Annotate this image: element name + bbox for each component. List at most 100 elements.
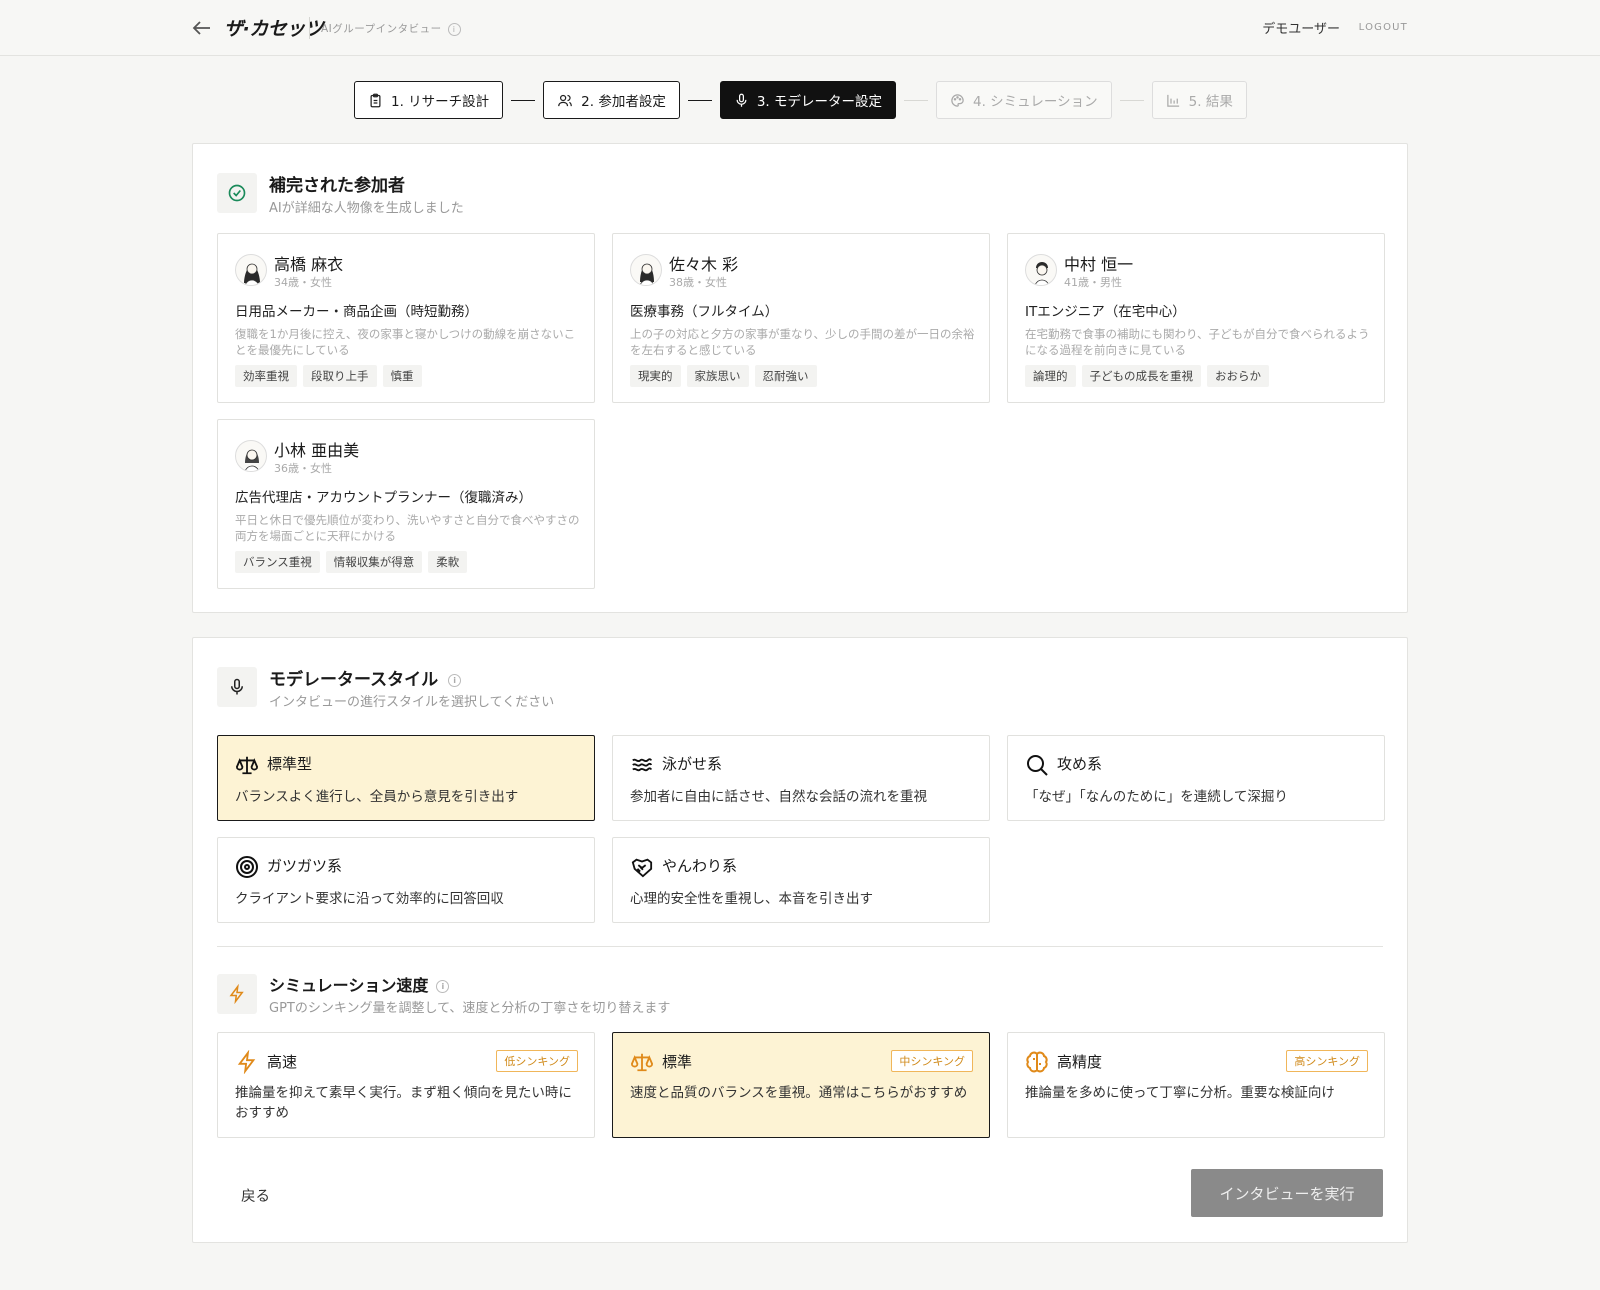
waves-icon: [629, 752, 655, 778]
step-connector: [904, 99, 929, 101]
info-icon[interactable]: i: [448, 673, 462, 687]
tag-list: 効率重視 段取り上手 慎重: [235, 365, 422, 387]
clipboard-icon: [370, 93, 381, 107]
search-icon: [1024, 752, 1050, 778]
section-title: モデレータースタイル i: [269, 665, 462, 690]
avatar: [1025, 254, 1057, 286]
section-title: シミュレーション速度 i: [269, 972, 450, 996]
trait-tag: 論理的: [1025, 365, 1076, 387]
step-participants[interactable]: 2. 参加者設定: [543, 81, 680, 119]
participant-name: 小林 亜由美: [274, 441, 360, 460]
avatar: [630, 254, 662, 286]
thinking-badge: 低シンキング: [496, 1050, 578, 1072]
trait-tag: おおらか: [1207, 365, 1269, 387]
participant-role: 医療事務（フルタイム）: [630, 304, 779, 320]
step-results[interactable]: 5. 結果: [1151, 81, 1247, 119]
info-icon[interactable]: i: [436, 980, 450, 993]
style-description: バランスよく進行し、全員から意見を引き出す: [235, 789, 519, 805]
brain-icon: [1024, 1049, 1050, 1075]
participant-name: 佐々木 彩: [669, 255, 739, 274]
trait-tag: 家族思い: [686, 365, 749, 387]
breadcrumb-label: AIグループインタビュー: [321, 23, 442, 35]
style-card-free[interactable]: 泳がせ系 参加者に自由に話させ、自然な会話の流れを重視: [612, 735, 990, 821]
section-subtitle: GPTのシンキング量を調整して、速度と分析の丁寧さを切り替えます: [269, 1001, 671, 1016]
handshake-icon: [629, 854, 655, 880]
mic-icon: [217, 667, 257, 707]
step-label: 2. 参加者設定: [581, 94, 666, 110]
step-research-design[interactable]: 1. リサーチ設計: [354, 81, 504, 119]
users-icon: [558, 94, 573, 106]
step-label: 5. 結果: [1188, 94, 1233, 110]
participant-description: 在宅勤務で食事の補助にも関わり、子どもが自分で食べられるようになる過程を前向きに…: [1025, 327, 1370, 357]
participant-name: 中村 恒一: [1064, 255, 1134, 274]
bolt-icon: [217, 974, 257, 1014]
mic-icon: [736, 93, 747, 107]
participant-description: 復職を1か月後に控え、夜の家事と寝かしつけの動線を崩さないことを最優先にしている: [235, 327, 576, 357]
step-label: 3. モデレーター設定: [756, 94, 883, 110]
style-description: 参加者に自由に話させ、自然な会話の流れを重視: [630, 789, 927, 805]
style-title: 泳がせ系: [662, 755, 723, 773]
style-card-gentle[interactable]: やんわり系 心理的安全性を重視し、本音を引き出す: [612, 837, 990, 923]
participant-card[interactable]: 佐々木 彩 38歳・女性 医療事務（フルタイム） 上の子の対応と夕方の家事が重な…: [612, 233, 990, 403]
speed-description: 推論量を多めに使って丁寧に分析。重要な検証向け: [1025, 1085, 1335, 1101]
style-card-efficient[interactable]: ガツガツ系 クライアント要求に沿って効率的に回答回収: [217, 837, 595, 923]
participant-role: ITエンジニア（在宅中心）: [1025, 304, 1186, 320]
style-title: 標準型: [267, 755, 313, 773]
style-title: やんわり系: [662, 857, 738, 875]
step-label: 1. リサーチ設計: [391, 94, 490, 110]
step-moderator[interactable]: 3. モデレーター設定: [719, 81, 897, 119]
participant-description: 上の子の対応と夕方の家事が重なり、少しの手間の差が一日の余裕を左右すると感じてい…: [630, 327, 975, 357]
participant-meta: 34歳・女性: [274, 276, 332, 289]
trait-tag: 情報収集が得意: [325, 551, 423, 573]
speed-card-fast[interactable]: 高速 低シンキング 推論量を抑えて素早く実行。まず粗く傾向を見たい時におすすめ: [217, 1032, 595, 1138]
participant-card[interactable]: 中村 恒一 41歳・男性 ITエンジニア（在宅中心） 在宅勤務で食事の補助にも関…: [1007, 233, 1385, 403]
avatar: [235, 254, 267, 286]
info-icon[interactable]: i: [447, 22, 461, 36]
chart-icon: [1166, 94, 1179, 107]
user-name[interactable]: デモユーザー: [1262, 18, 1340, 37]
header-divider: [309, 17, 310, 39]
back-arrow-icon[interactable]: [190, 16, 214, 40]
participant-meta: 38歳・女性: [669, 276, 727, 289]
section-title-text: シミュレーション速度: [269, 976, 429, 995]
step-connector: [511, 99, 536, 101]
tag-list: 現実的 家族思い 忍耐強い: [630, 365, 817, 387]
participant-meta: 41歳・男性: [1064, 276, 1122, 289]
style-card-aggressive[interactable]: 攻め系 「なぜ」「なんのために」を連続して深掘り: [1007, 735, 1385, 821]
participant-description: 平日と休日で優先順位が変わり、洗いやすさと自分で食べやすさの両方を場面ごとに天秤…: [235, 513, 580, 543]
step-connector: [687, 99, 712, 101]
palette-icon: [951, 93, 964, 107]
trait-tag: 子どもの成長を重視: [1081, 365, 1201, 387]
bolt-icon: [234, 1049, 260, 1075]
participant-card[interactable]: 高橋 麻衣 34歳・女性 日用品メーカー・商品企画（時短勤務） 復職を1か月後に…: [217, 233, 595, 403]
speed-card-standard[interactable]: 標準 中シンキング 速度と品質のバランスを重視。通常はこちらがおすすめ: [612, 1032, 990, 1138]
tag-list: バランス重視 情報収集が得意 柔軟: [235, 551, 468, 573]
participant-role: 広告代理店・アカウントプランナー（復職済み）: [235, 490, 532, 506]
participant-card[interactable]: 小林 亜由美 36歳・女性 広告代理店・アカウントプランナー（復職済み） 平日と…: [217, 419, 595, 589]
moderator-panel: モデレータースタイル i インタビューの進行スタイルを選択してください 標準型 バ…: [192, 637, 1408, 1243]
logout-link[interactable]: LOGOUT: [1359, 22, 1408, 33]
section-subtitle: AIが詳細な人物像を生成しました: [269, 201, 464, 216]
style-card-standard[interactable]: 標準型 バランスよく進行し、全員から意見を引き出す: [217, 735, 595, 821]
style-description: 「なぜ」「なんのために」を連続して深掘り: [1025, 789, 1288, 805]
style-description: 心理的安全性を重視し、本音を引き出す: [630, 891, 873, 907]
trait-tag: 効率重視: [235, 365, 297, 387]
thinking-badge: 高シンキング: [1286, 1050, 1368, 1072]
back-button[interactable]: 戻る: [241, 1185, 270, 1206]
thinking-badge: 中シンキング: [891, 1050, 973, 1072]
style-description: クライアント要求に沿って効率的に回答回収: [235, 891, 504, 907]
section-title-text: モデレータースタイル: [269, 670, 439, 690]
step-simulation[interactable]: 4. シミュレーション: [936, 81, 1112, 119]
participant-role: 日用品メーカー・商品企画（時短勤務）: [235, 304, 478, 320]
trait-tag: 忍耐強い: [754, 365, 817, 387]
style-title: ガツガツ系: [267, 857, 343, 875]
participant-name: 高橋 麻衣: [274, 255, 344, 274]
speed-description: 推論量を抑えて素早く実行。まず粗く傾向を見たい時におすすめ: [235, 1085, 572, 1121]
trait-tag: 段取り上手: [303, 365, 377, 387]
speed-card-precise[interactable]: 高精度 高シンキング 推論量を多めに使って丁寧に分析。重要な検証向け: [1007, 1032, 1385, 1138]
style-title: 攻め系: [1057, 755, 1103, 773]
scale-icon: [234, 752, 260, 778]
run-interview-button[interactable]: インタビューを実行: [1191, 1169, 1383, 1217]
step-connector: [1119, 99, 1144, 101]
trait-tag: バランス重視: [235, 551, 320, 573]
